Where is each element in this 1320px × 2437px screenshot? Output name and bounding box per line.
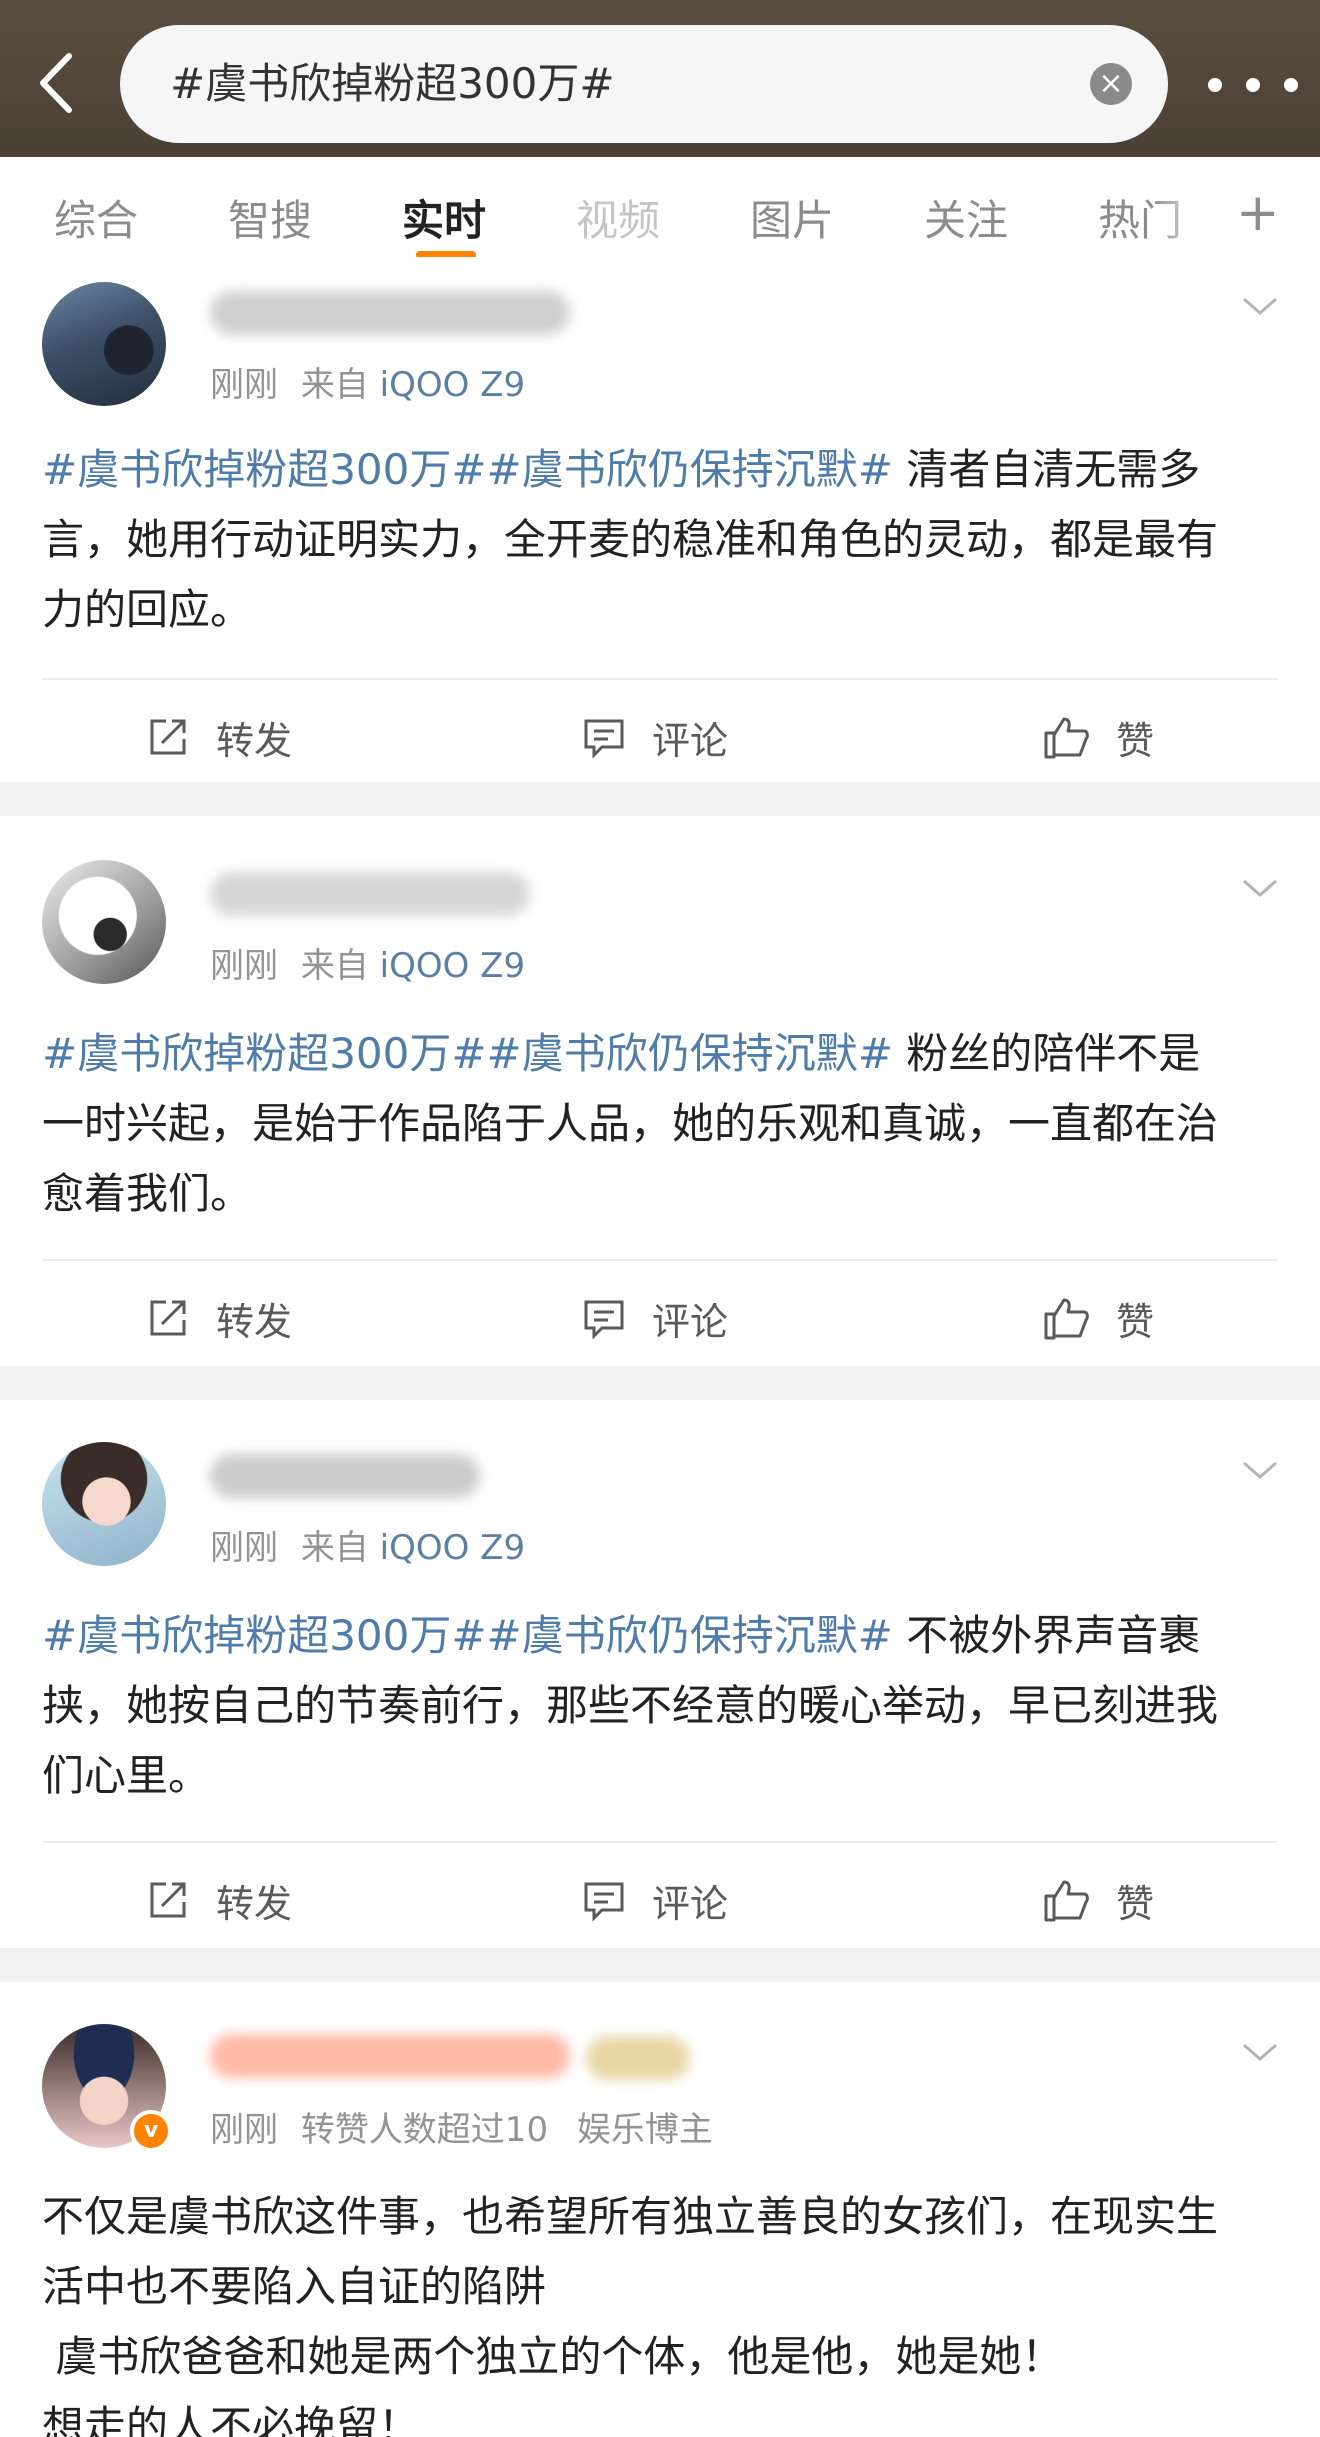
like-label: 赞 [1116,1299,1155,1344]
comment-button[interactable]: 评论 [582,697,728,777]
divider [42,678,1278,680]
username-blurred[interactable] [210,291,570,335]
tab-comprehensive[interactable]: 综合 [54,187,138,248]
thumbs-up-icon [1044,717,1089,759]
search-query: #虞书欣掉粉超300万# [170,59,615,108]
repost-icon [150,1882,186,1918]
like-label: 赞 [1116,718,1155,763]
repost-button[interactable]: 转发 [146,1860,292,1940]
comment-label: 评论 [652,1299,729,1344]
post-time: 刚刚 [210,365,278,405]
comment-label: 评论 [652,718,729,763]
post-line: 想走的人不必挽留！ [42,2402,421,2437]
tab-video[interactable]: 视频 [576,187,660,248]
avatar[interactable] [42,1442,166,1566]
user-role: 娱乐博主 [576,2110,713,2150]
add-tab-icon[interactable]: + [1236,183,1280,243]
like-button[interactable]: 赞 [1042,1278,1154,1358]
post-card: 刚刚 来自 iQOO Z9 #虞书欣掉粉超300万##虞书欣仍保持沉默# 清者自… [0,257,1320,782]
avatar[interactable] [42,860,166,984]
username-blurred[interactable] [210,1454,480,1498]
post-meta: 刚刚 来自 iQOO Z9 [210,938,525,987]
hashtag-link[interactable]: #虞书欣掉粉超300万##虞书欣仍保持沉默# [42,445,893,494]
post-text: #虞书欣掉粉超300万##虞书欣仍保持沉默# 粉丝的陪伴不是一时兴起，是始于作品… [42,1019,1242,1229]
repost-icon [150,1300,186,1336]
post-meta: 刚刚 来自 iQOO Z9 [210,357,525,406]
search-input[interactable]: #虞书欣掉粉超300万# × [120,25,1168,143]
thumbs-up-icon [1044,1880,1089,1922]
top-bar: #虞书欣掉粉超300万# × [0,0,1320,157]
tab-images[interactable]: 图片 [750,187,834,248]
tab-fade [1150,157,1220,257]
card-separator [0,782,1320,816]
comment-icon [584,719,624,759]
hashtag-link[interactable]: #虞书欣掉粉超300万##虞书欣仍保持沉默# [42,1611,893,1660]
repost-label: 转发 [216,1299,293,1344]
back-button[interactable] [30,48,80,118]
post-time: 刚刚 [210,946,278,986]
comment-icon [584,1882,624,1922]
post-meta: 刚刚 转赞人数超过10 娱乐博主 [210,2102,713,2151]
post-line: 虞书欣爸爸和她是两个独立的个体，他是他，她是她！ [42,2332,1064,2381]
chevron-down-icon[interactable] [1240,1451,1280,1491]
post-time: 刚刚 [210,1528,278,1568]
repost-button[interactable]: 转发 [146,697,292,777]
more-options-button[interactable] [1208,60,1298,110]
repost-label: 转发 [216,718,293,763]
post-card: 刚刚 来自 iQOO Z9 #虞书欣掉粉超300万##虞书欣仍保持沉默# 粉丝的… [0,816,1320,1366]
chevron-down-icon[interactable] [1240,869,1280,909]
like-label: 赞 [1116,1881,1155,1926]
post-line: 不仅是虞书欣这件事，也希望所有独立善良的女孩们，在现实生活中也不要陷入自证的陷阱 [42,2192,1219,2311]
post-meta: 刚刚 来自 iQOO Z9 [210,1520,525,1569]
device-link[interactable]: iQOO Z9 [380,365,525,405]
post-card: v 刚刚 转赞人数超过10 娱乐博主 不仅是虞书欣这件事，也希望所有独立善良的女… [0,1982,1320,2437]
post-text: #虞书欣掉粉超300万##虞书欣仍保持沉默# 清者自清无需多言，她用行动证明实力… [42,435,1242,645]
source-prefix: 来自 [300,1528,369,1568]
level-badge-blurred [586,2036,690,2080]
chevron-down-icon[interactable] [1240,2033,1280,2073]
like-button[interactable]: 赞 [1042,697,1154,777]
card-separator [0,1948,1320,1982]
like-button[interactable]: 赞 [1042,1860,1154,1940]
repost-icon [150,719,186,755]
comment-button[interactable]: 评论 [582,1278,728,1358]
username-blurred[interactable] [210,872,530,916]
post-text: #虞书欣掉粉超300万##虞书欣仍保持沉默# 不被外界声音裹挟，她按自己的节奏前… [42,1601,1242,1811]
source-prefix: 来自 [300,365,369,405]
tab-bar: 综合 智搜 实时 视频 图片 关注 热门 + [0,157,1320,259]
device-link[interactable]: iQOO Z9 [380,1528,525,1568]
verified-badge: v [130,2110,172,2152]
avatar[interactable] [42,282,166,406]
comment-button[interactable]: 评论 [582,1860,728,1940]
username-blurred[interactable] [210,2034,570,2078]
device-link[interactable]: iQOO Z9 [380,946,525,986]
hashtag-link[interactable]: #虞书欣掉粉超300万##虞书欣仍保持沉默# [42,1029,893,1078]
dot-icon [1208,78,1222,92]
chevron-down-icon[interactable] [1240,287,1280,327]
post-time: 刚刚 [210,2110,278,2150]
tab-realtime[interactable]: 实时 [402,187,486,248]
divider [42,1259,1278,1261]
repost-label: 转发 [216,1881,293,1926]
comment-icon [584,1300,624,1340]
tab-smart-search[interactable]: 智搜 [228,187,312,248]
dot-icon [1246,78,1260,92]
card-separator [0,1366,1320,1400]
tab-following[interactable]: 关注 [924,187,1008,248]
repost-button[interactable]: 转发 [146,1278,292,1358]
source-prefix: 来自 [300,946,369,986]
repost-count-note: 转赞人数超过10 [300,2110,549,2150]
post-text: 不仅是虞书欣这件事，也希望所有独立善良的女孩们，在现实生活中也不要陷入自证的陷阱… [42,2182,1242,2437]
divider [42,1841,1278,1843]
chevron-left-icon [40,53,72,113]
post-card: 刚刚 来自 iQOO Z9 #虞书欣掉粉超300万##虞书欣仍保持沉默# 不被外… [0,1400,1320,1948]
thumbs-up-icon [1044,1298,1089,1340]
dot-icon [1284,78,1298,92]
clear-search-icon[interactable]: × [1090,63,1132,105]
comment-label: 评论 [652,1881,729,1926]
